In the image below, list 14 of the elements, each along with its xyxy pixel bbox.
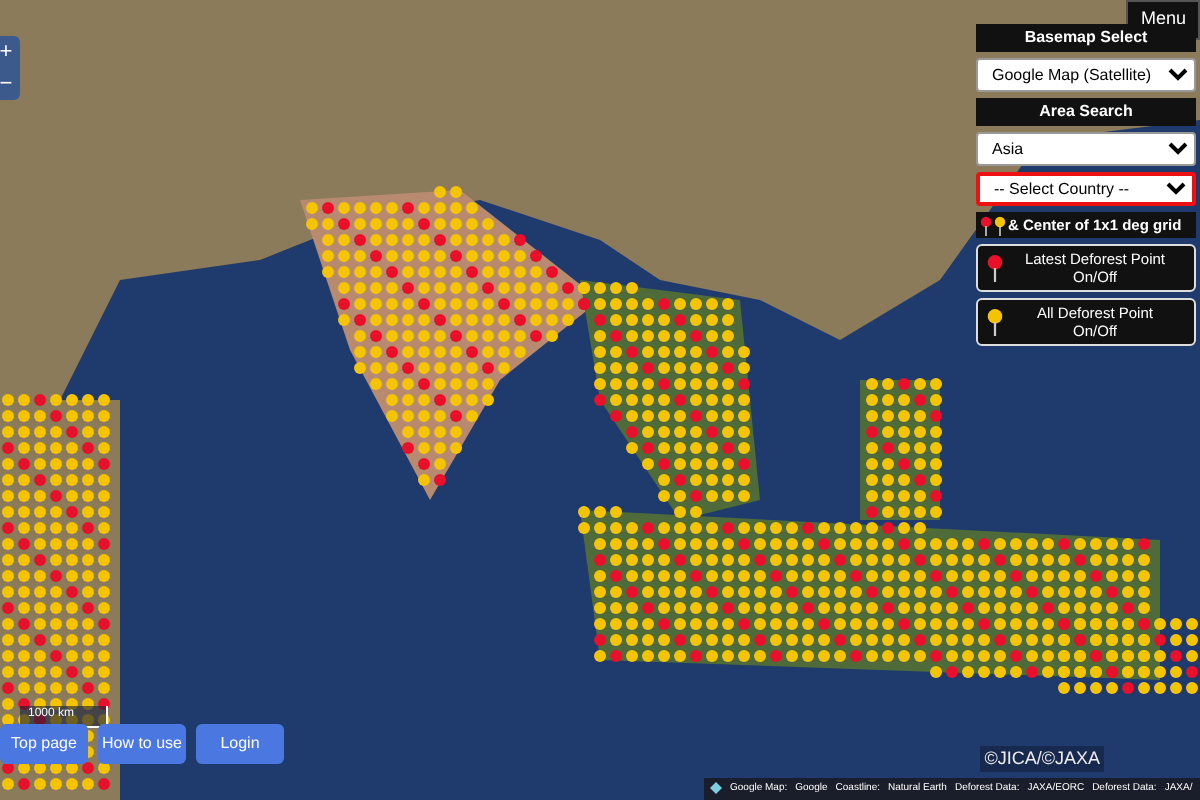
country-select[interactable]: -- Select Country -- [976,172,1196,206]
region-select[interactable]: Asia [976,132,1196,166]
copyright-text: ©JICA/©JAXA [980,745,1104,772]
panel-title: Basemap Select [976,24,1196,52]
basemap-select[interactable]: Google Map (Satellite) [976,58,1196,92]
panel-title: Area Search [976,98,1196,126]
pin-icon [986,254,1004,283]
nav-button[interactable]: Login [196,724,284,764]
nav-button[interactable]: Top page [0,724,88,764]
zoom-out-button[interactable]: − [0,68,20,100]
diamond-icon [710,782,722,795]
pin-icon [986,308,1004,337]
nav-button[interactable]: How to use [98,724,186,764]
zoom-in-button[interactable]: + [0,36,20,68]
